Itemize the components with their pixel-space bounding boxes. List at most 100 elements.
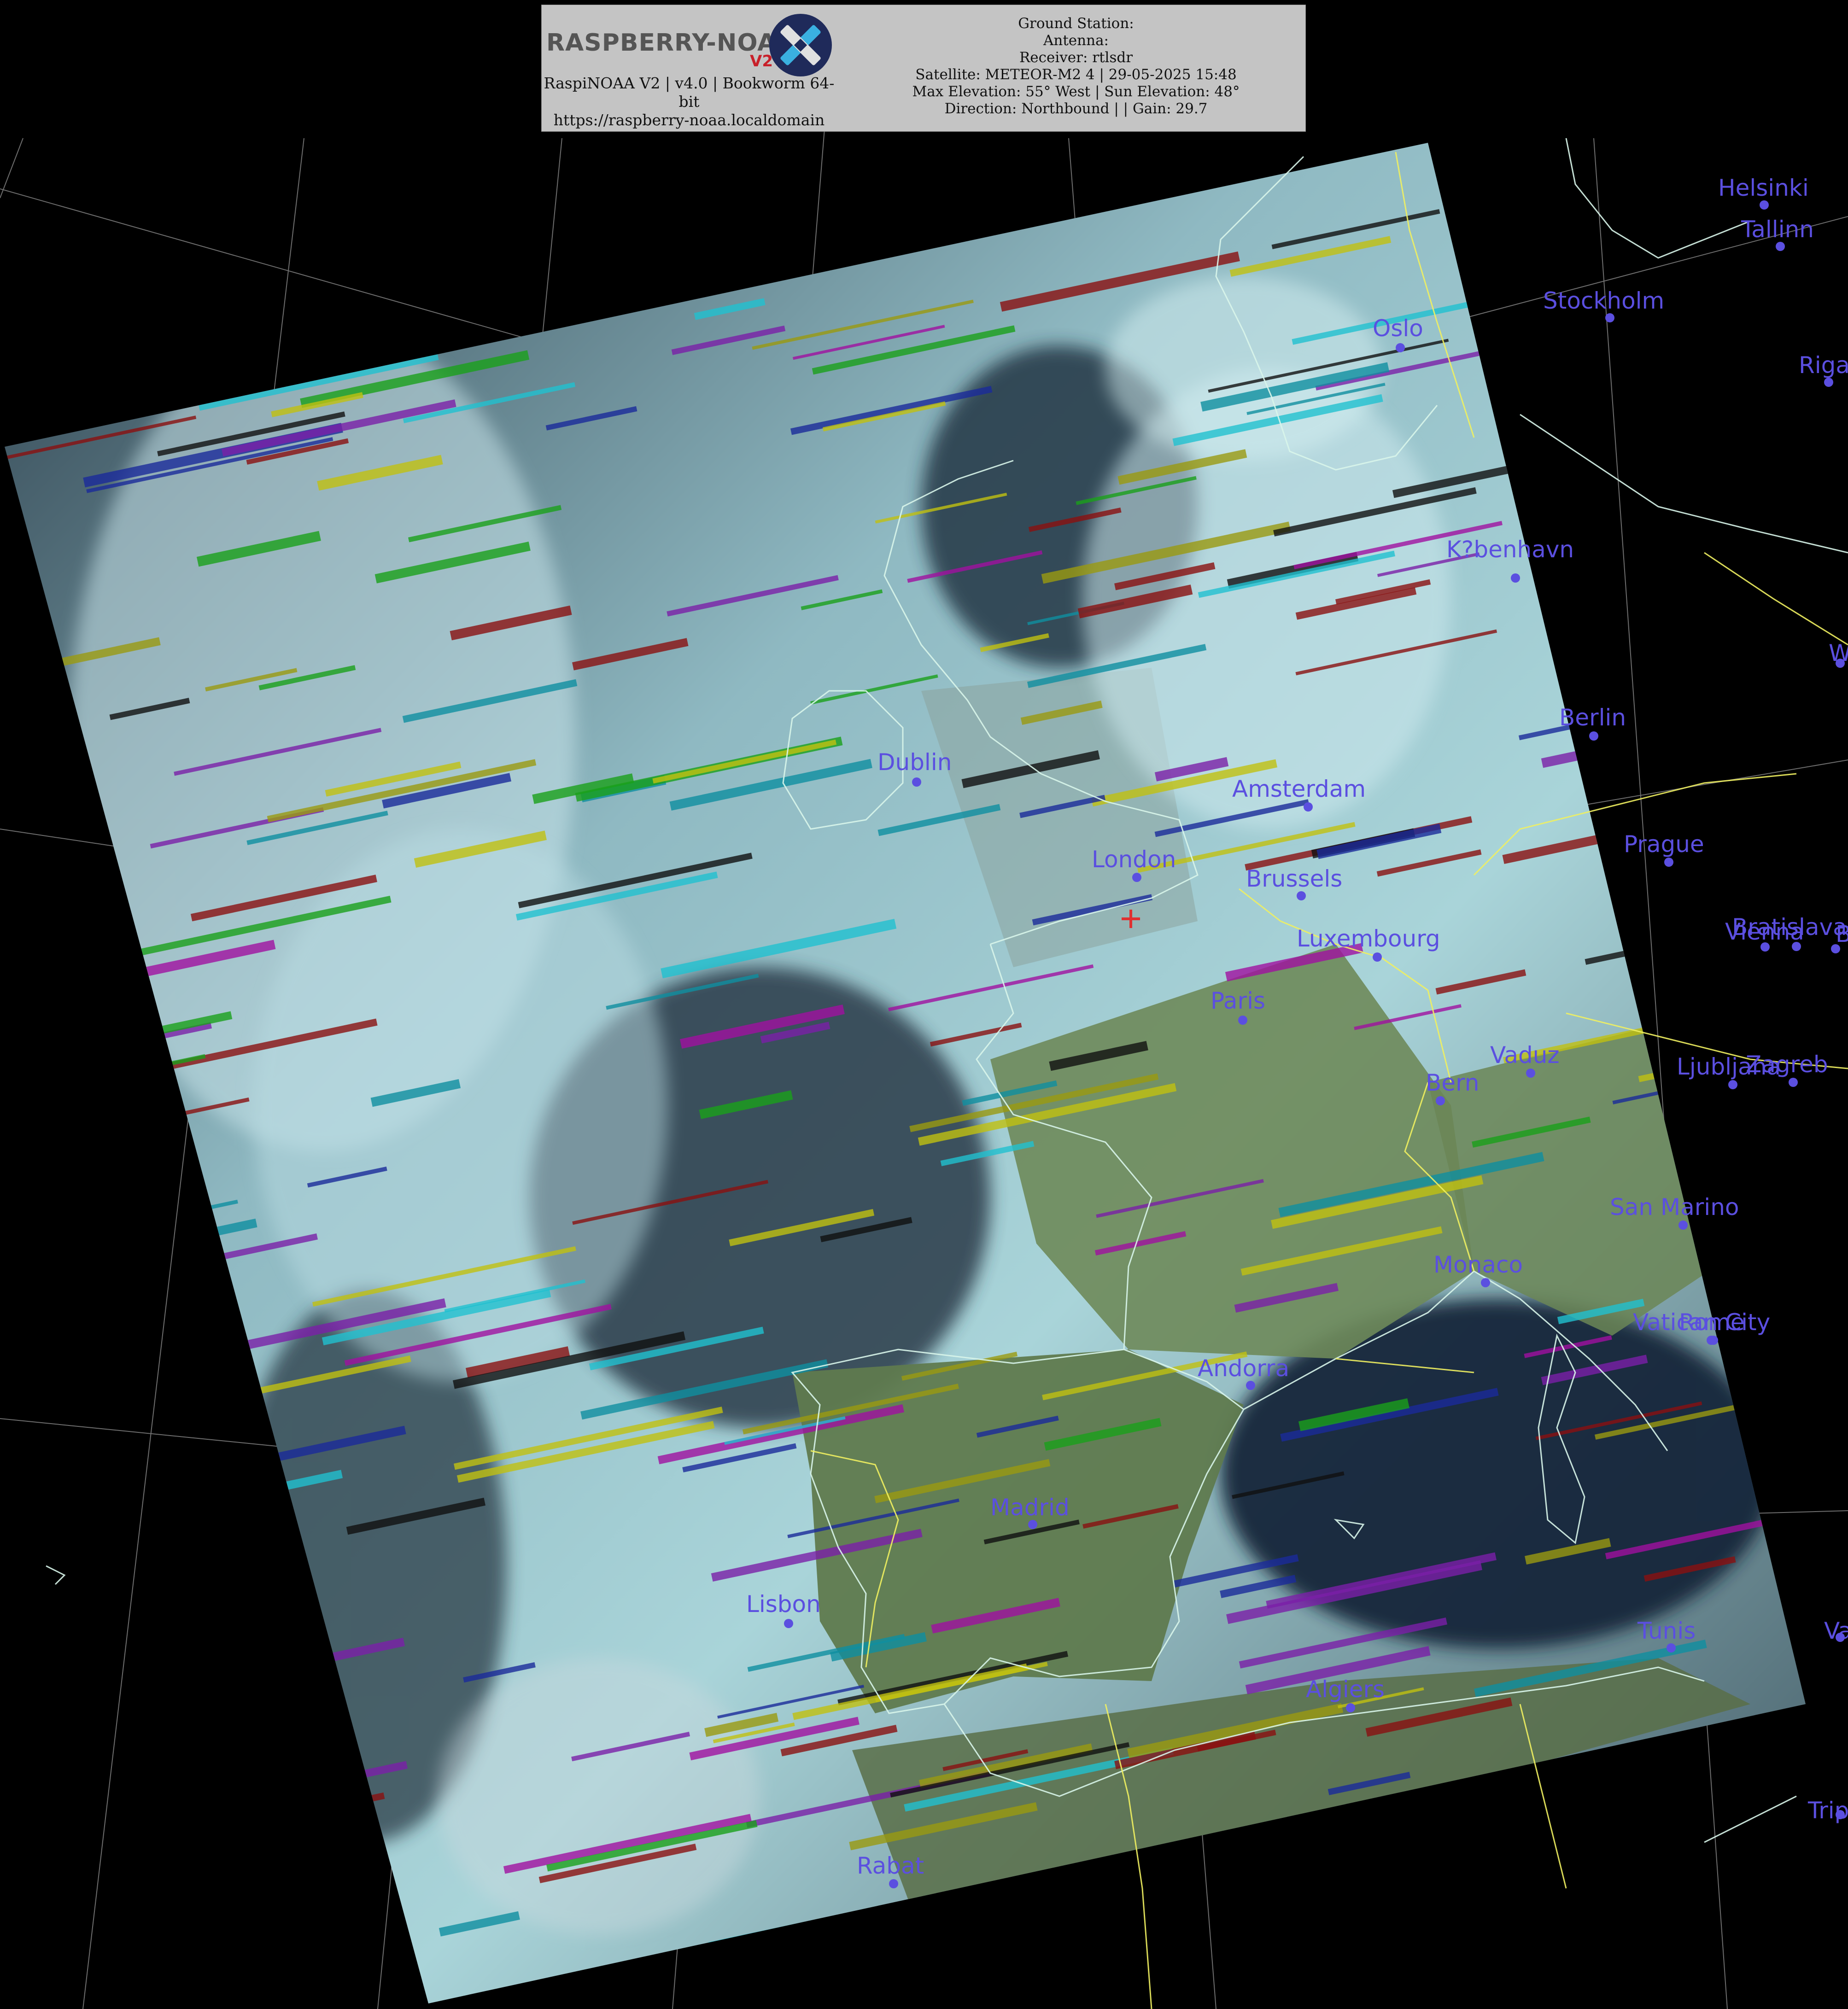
noise-stripe <box>277 1717 347 1740</box>
city-dot <box>1304 802 1313 812</box>
noise-stripe <box>824 180 983 220</box>
noise-stripe <box>40 1129 175 1163</box>
noise-stripe <box>1331 1828 1483 1864</box>
city-label: London <box>1092 846 1176 873</box>
city-dot <box>1373 952 1382 962</box>
noise-stripe <box>795 143 939 174</box>
city-label: K?benhavn <box>1446 536 1574 563</box>
city-dot <box>1246 1381 1255 1390</box>
city-label: Bern <box>1426 1069 1479 1096</box>
software-info: RaspiNOAA V2 | v4.0 | Bookworm 64- bit h… <box>542 74 836 129</box>
city-dot <box>1824 378 1833 387</box>
city-label: Prague <box>1624 831 1704 858</box>
city-dot <box>1664 858 1673 867</box>
noise-stripe <box>1092 1919 1193 1948</box>
noise-stripe <box>1612 405 1699 432</box>
noise-stripe <box>1032 1893 1152 1923</box>
city-dot <box>1028 1520 1037 1529</box>
city-dot <box>889 1879 898 1888</box>
city-label: Valletta <box>1824 1618 1848 1644</box>
city-dot <box>1526 1069 1535 1078</box>
noise-stripe <box>123 1330 193 1352</box>
city-dot <box>1346 1703 1355 1712</box>
city-label: Helsinki <box>1718 175 1809 201</box>
city-dot <box>1511 573 1520 583</box>
noise-stripe <box>250 1824 379 1856</box>
city-label: Amsterdam <box>1232 776 1366 802</box>
city-label: Tripoli <box>1807 1797 1848 1824</box>
antenna-line: Antenna: <box>1043 32 1109 49</box>
city-label: Madrid <box>990 1494 1070 1521</box>
city-dot <box>1396 343 1405 352</box>
city-dot <box>784 1619 793 1628</box>
city-label: Rabat <box>857 1852 924 1879</box>
receiver-line: Receiver: rtlsdr <box>1019 49 1133 66</box>
software-version-line-cont: bit <box>678 93 700 111</box>
city-label: Dublin <box>877 749 952 776</box>
noise-stripe <box>370 164 623 221</box>
noise-stripe <box>215 159 351 194</box>
city-dot <box>912 777 921 787</box>
noise-stripe <box>113 287 220 315</box>
city-dot <box>1667 1643 1676 1653</box>
city-label: Tunis <box>1637 1618 1696 1644</box>
pass-info-header: RASPBERRY-NOAA V2 RaspiNOAA V2 | v4.0 | … <box>541 5 1306 132</box>
noise-stripe <box>174 1855 342 1899</box>
noise-stripe <box>278 1792 385 1822</box>
city-label: Zagreb <box>1746 1051 1828 1078</box>
noise-stripe <box>26 1538 252 1592</box>
direction-gain-line: Direction: Northbound | | Gain: 29.7 <box>944 100 1208 117</box>
city-label: Andorra <box>1198 1355 1289 1382</box>
noise-stripe <box>890 148 1129 208</box>
noise-stripe <box>1324 1842 1582 1901</box>
city-label: Monaco <box>1433 1251 1523 1278</box>
city-label: Brussels <box>1246 865 1342 892</box>
city-dot <box>1678 1221 1688 1230</box>
city-dot <box>1132 873 1141 882</box>
noise-stripe <box>148 1825 288 1859</box>
noise-stripe <box>12 1863 167 1903</box>
noise-stripe <box>1593 616 1751 654</box>
city-label: Budapest <box>1836 921 1848 947</box>
noise-stripe <box>1575 639 1797 689</box>
noise-stripe <box>56 1784 295 1845</box>
satellite-logo-icon <box>769 14 832 76</box>
city-label: Luxembourg <box>1297 925 1440 952</box>
city-dot <box>1707 1336 1716 1345</box>
satellite-swath <box>5 143 1806 2003</box>
city-dot <box>1605 313 1614 322</box>
city-label: San Marino <box>1610 1194 1739 1221</box>
satellite-line: Satellite: METEOR-M2 4 | 29-05-2025 15:4… <box>915 66 1237 83</box>
satellite-map-view: Helsinki Tallinn Stockholm Oslo Riga K?benhav… <box>0 0 1848 2009</box>
noise-stripe <box>12 1321 85 1341</box>
satellite-image-map: Helsinki Tallinn Stockholm Oslo Riga K?benhav… <box>0 128 1848 2009</box>
noise-stripe <box>8 1901 97 1927</box>
noise-stripe <box>23 940 98 962</box>
city-dot <box>1238 1016 1247 1025</box>
city-dot <box>1760 200 1769 210</box>
noise-stripe <box>523 143 657 174</box>
city-dot <box>1436 1096 1445 1105</box>
noise-stripe <box>50 162 309 222</box>
noise-stripe <box>368 268 468 296</box>
noise-stripe <box>184 1600 313 1631</box>
city-label: Rome <box>1679 1309 1745 1336</box>
noise-stripe <box>26 327 131 357</box>
city-label: Algiers <box>1306 1676 1385 1703</box>
city-label: Vaduz <box>1490 1042 1560 1069</box>
noise-stripe <box>426 227 596 270</box>
city-dot <box>1728 1080 1737 1089</box>
city-label: Berlin <box>1559 704 1626 731</box>
city-label: Oslo <box>1373 315 1423 342</box>
noise-stripe <box>79 291 232 331</box>
city-label: Stockholm <box>1543 287 1664 314</box>
city-label: Warsaw <box>1829 640 1848 666</box>
noise-stripe <box>25 336 254 388</box>
noise-stripe <box>15 1005 119 1036</box>
city-dot <box>1297 891 1306 900</box>
city-label: Paris <box>1211 987 1265 1014</box>
city-dot <box>1589 731 1598 741</box>
city-dot <box>1789 1078 1798 1087</box>
ground-station-line: Ground Station: <box>1018 15 1134 32</box>
city-label: Lisbon <box>746 1591 821 1618</box>
